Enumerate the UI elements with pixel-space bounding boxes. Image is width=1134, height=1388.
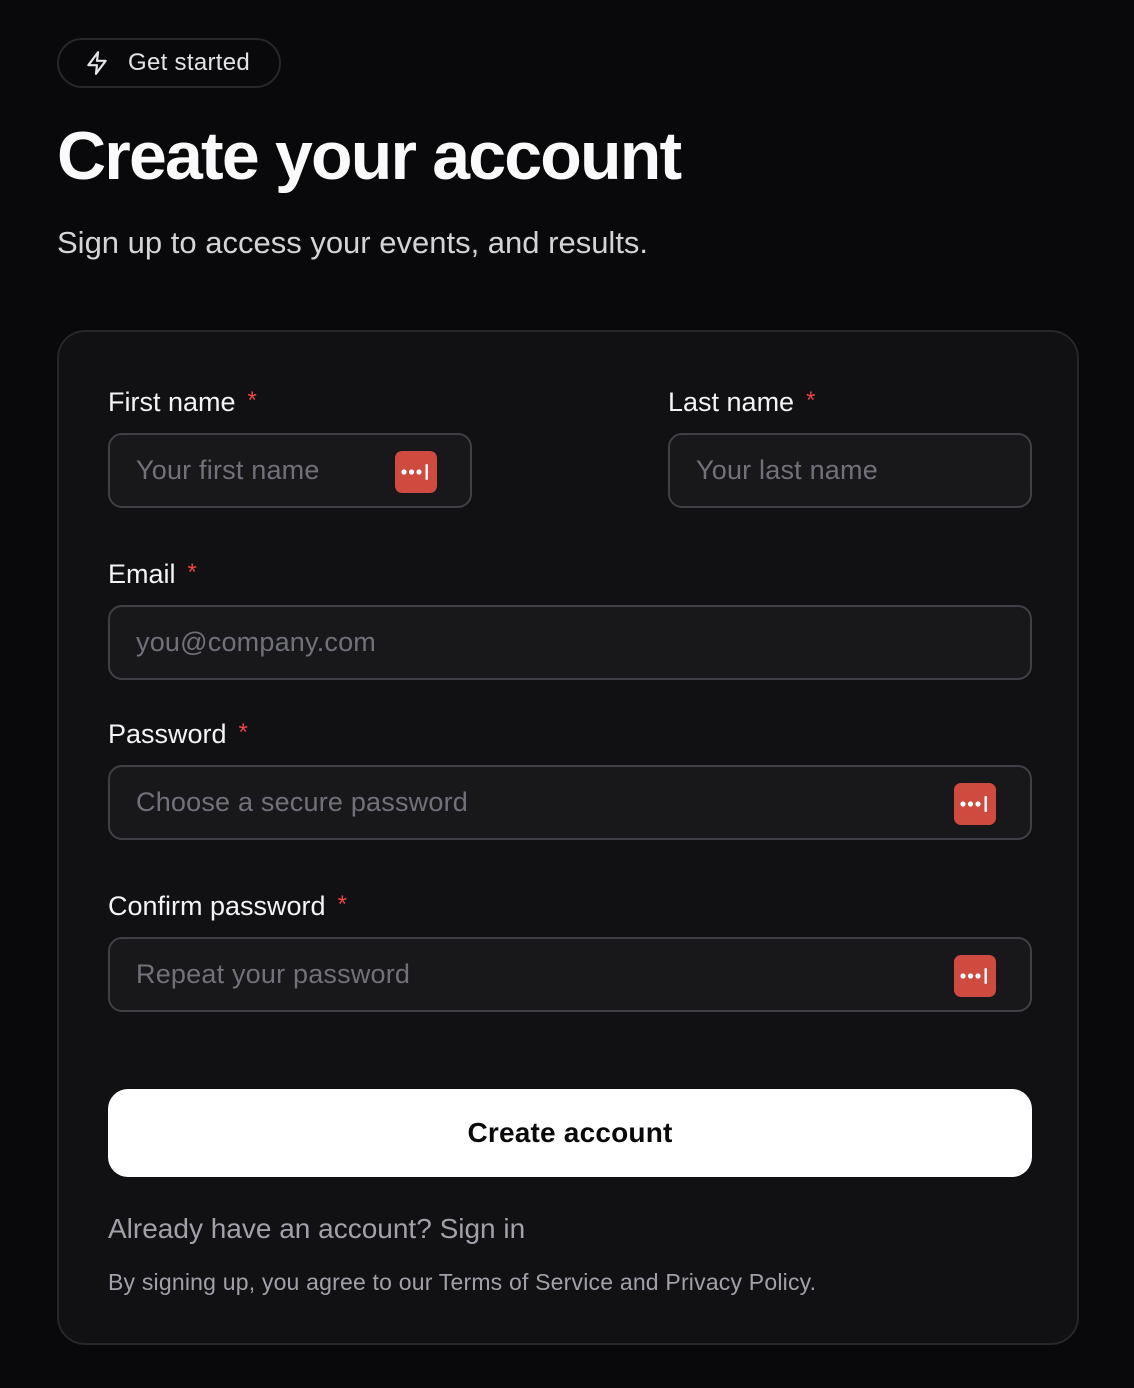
legal-and: and: [619, 1269, 659, 1295]
required-marker: *: [187, 559, 197, 586]
password-input[interactable]: Choose a secure password: [108, 765, 1032, 840]
get-started-badge: Get started: [57, 38, 281, 88]
last-name-label-text: Last name: [668, 387, 795, 417]
email-placeholder: you@company.com: [136, 627, 377, 657]
password-placeholder: Choose a secure password: [136, 787, 468, 817]
page-subtitle: Sign up to access your events, and resul…: [57, 225, 649, 260]
lightning-bolt-icon: [84, 49, 110, 77]
first-name-input[interactable]: Your first name: [108, 433, 472, 508]
signin-prompt-text: Already have an account?: [108, 1213, 432, 1244]
legal-notice: By signing up, you agree to our Terms of…: [108, 1268, 816, 1296]
required-marker: *: [247, 387, 257, 414]
first-name-label: First name *: [108, 386, 257, 420]
legal-prefix: By signing up, you agree to our: [108, 1269, 433, 1295]
first-name-placeholder: Your first name: [136, 455, 320, 485]
password-manager-icon[interactable]: [395, 451, 437, 493]
confirm-password-placeholder: Repeat your password: [136, 959, 411, 989]
confirm-password-label-text: Confirm password: [108, 891, 326, 921]
required-marker: *: [806, 387, 816, 414]
legal-suffix: .: [809, 1269, 817, 1295]
terms-link[interactable]: Terms of Service: [439, 1269, 613, 1295]
password-manager-icon[interactable]: [954, 955, 996, 997]
signin-prompt: Already have an account? Sign in: [108, 1212, 525, 1246]
confirm-password-label: Confirm password *: [108, 890, 347, 924]
last-name-label: Last name *: [668, 386, 815, 420]
password-label: Password *: [108, 718, 248, 752]
required-marker: *: [238, 719, 248, 746]
first-name-label-text: First name: [108, 387, 236, 417]
password-label-text: Password: [108, 719, 227, 749]
create-account-button[interactable]: Create account: [108, 1089, 1032, 1177]
password-manager-icon[interactable]: [954, 783, 996, 825]
signup-card: First name * Your first name Last name * Y…: [57, 330, 1079, 1345]
required-marker: *: [337, 891, 347, 918]
email-input[interactable]: you@company.com: [108, 605, 1032, 680]
email-label: Email *: [108, 558, 197, 592]
last-name-placeholder: Your last name: [696, 455, 878, 485]
badge-label: Get started: [128, 49, 251, 76]
privacy-link[interactable]: Privacy Policy: [665, 1269, 809, 1295]
page-title: Create your account: [57, 118, 682, 194]
email-label-text: Email: [108, 559, 176, 589]
last-name-input[interactable]: Your last name: [668, 433, 1032, 508]
signin-link[interactable]: Sign in: [440, 1213, 526, 1244]
confirm-password-input[interactable]: Repeat your password: [108, 937, 1032, 1012]
